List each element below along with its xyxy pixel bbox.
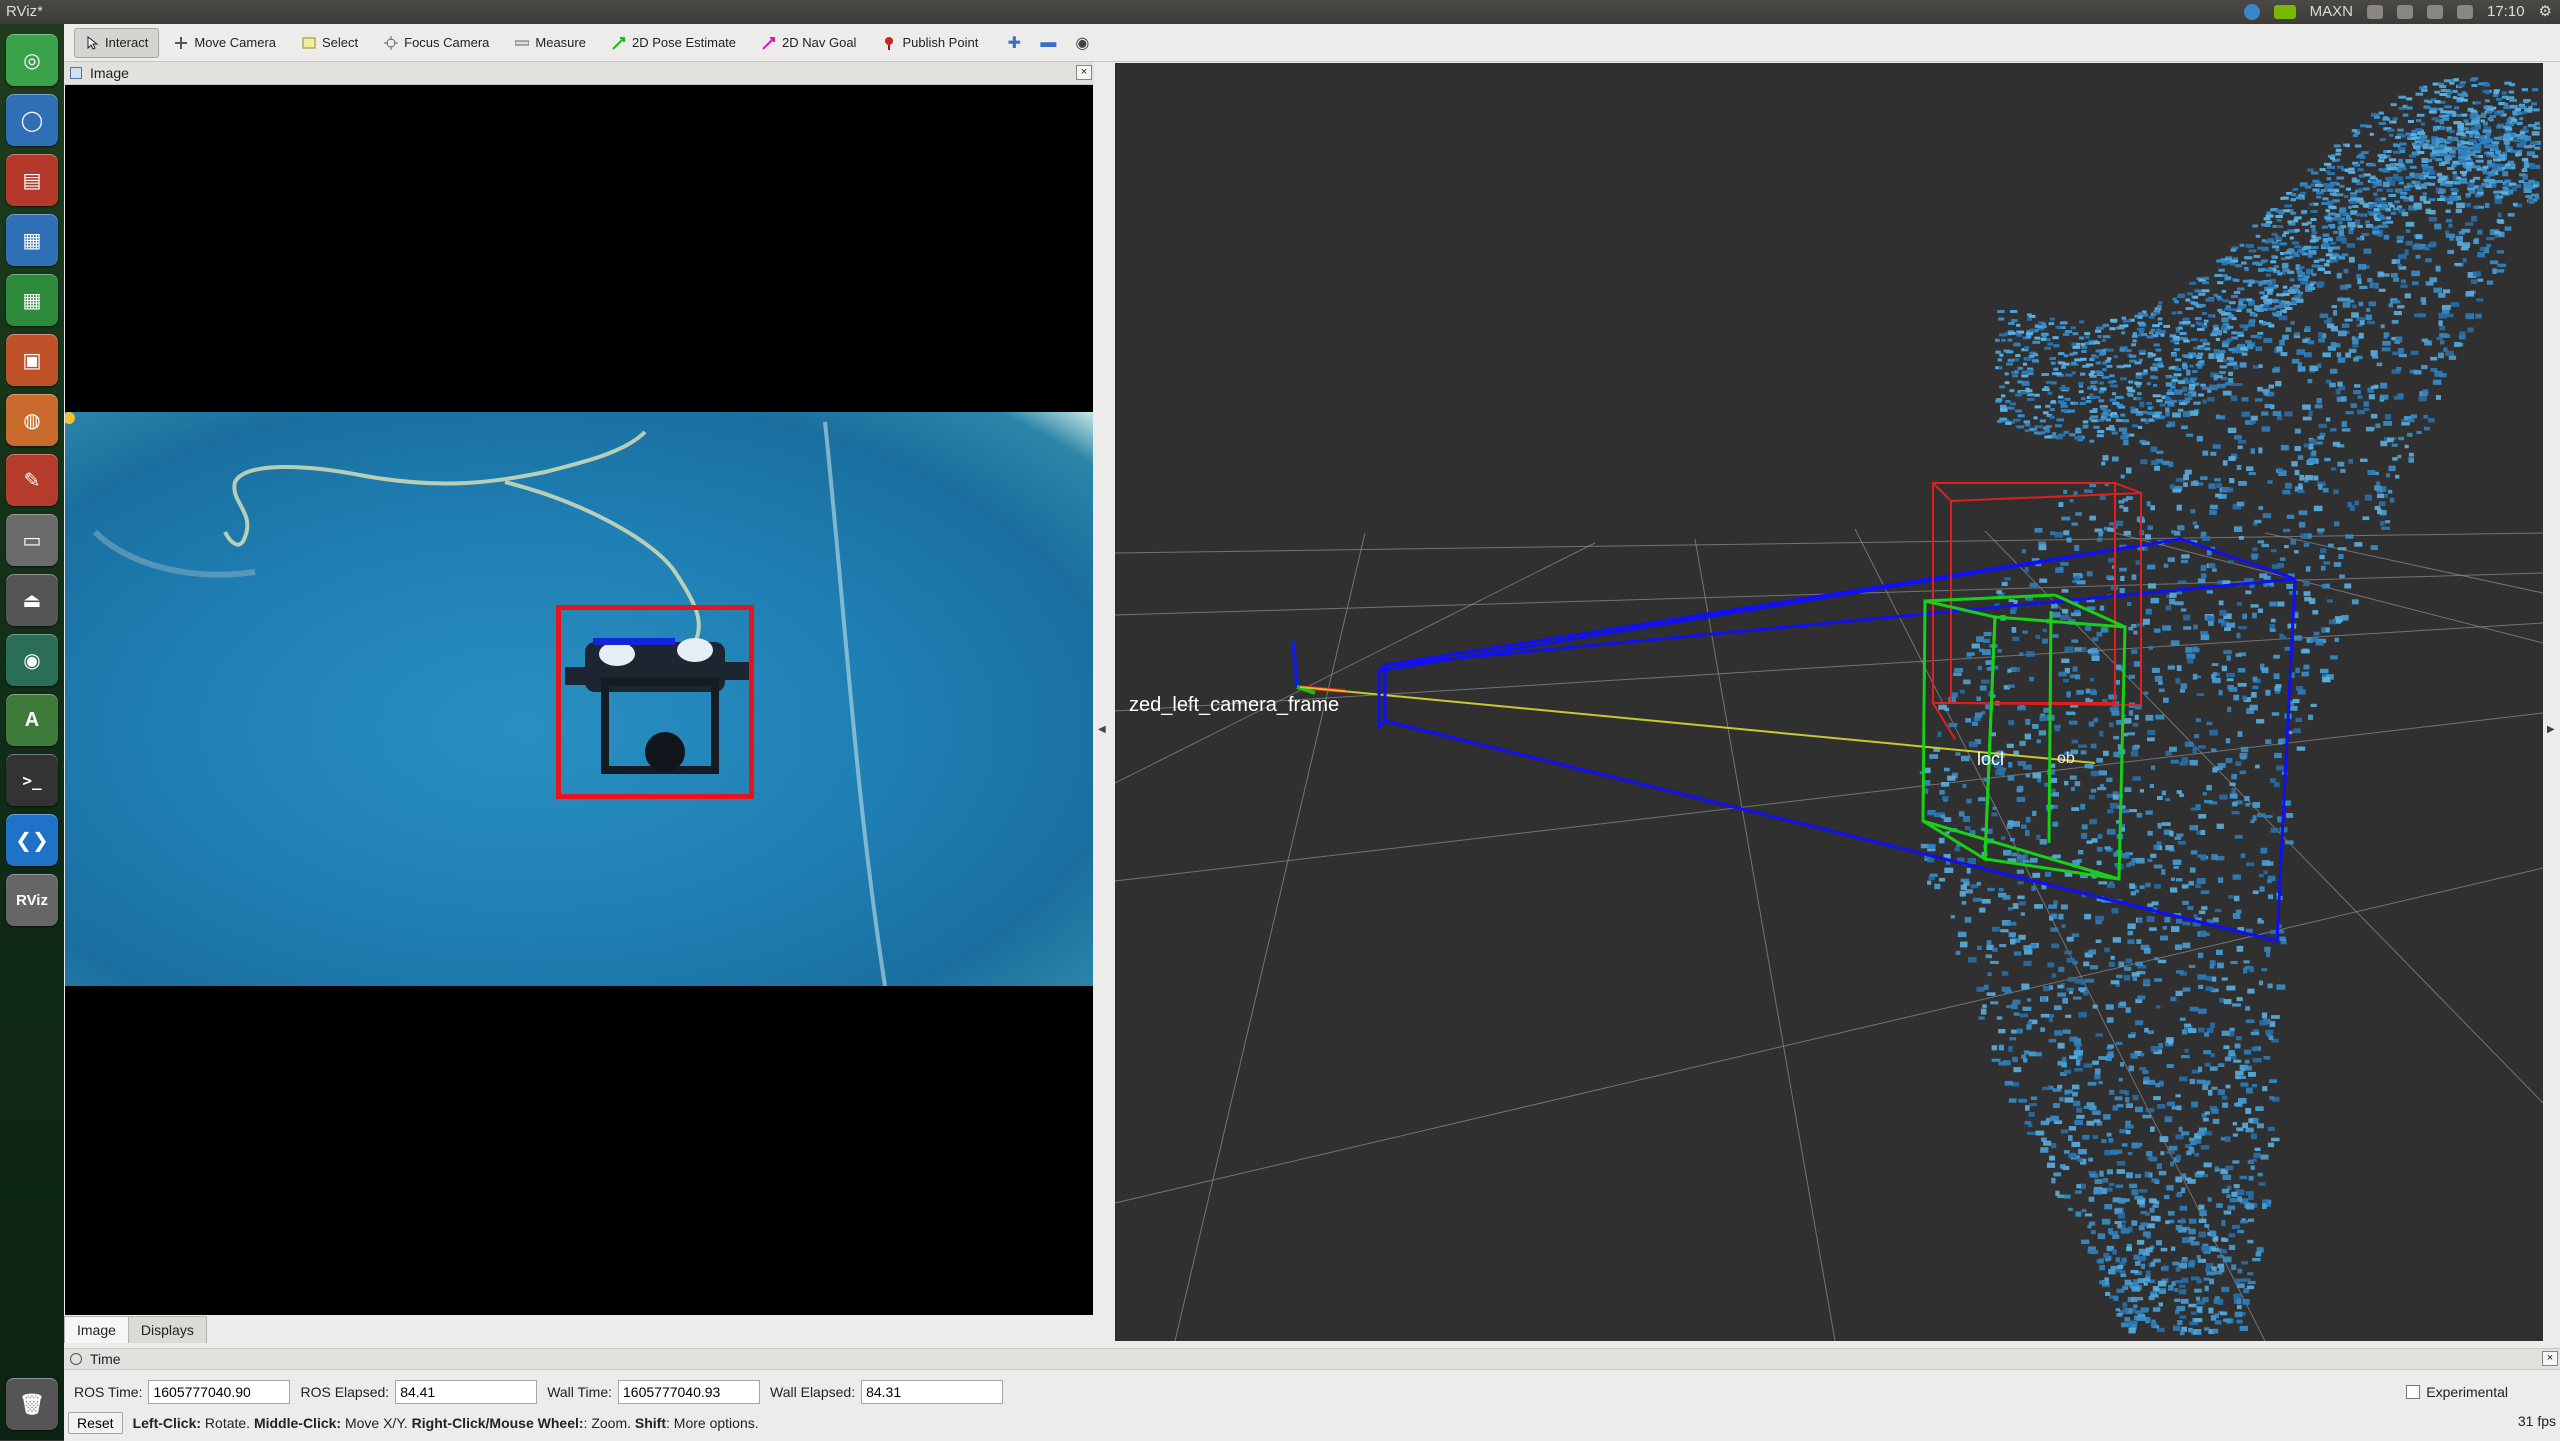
- panel-tabs: Image Displays: [64, 1316, 207, 1344]
- status-bar: Reset Left-Click: Rotate. Middle-Click: …: [68, 1411, 759, 1435]
- green-arrow-icon: [612, 36, 626, 50]
- wall-time-label: Wall Time:: [547, 1384, 613, 1400]
- select-icon: [302, 36, 316, 50]
- usb-drive-icon[interactable]: ⏏: [6, 574, 58, 626]
- trash-icon[interactable]: 🗑: [6, 1378, 58, 1430]
- browser-icon[interactable]: ◯: [6, 94, 58, 146]
- tool-2d-nav-goal[interactable]: 2D Nav Goal: [751, 28, 867, 58]
- system-tray: MAXN 17:10 ⚙: [2243, 0, 2552, 24]
- wall-time-field[interactable]: [618, 1380, 761, 1404]
- tool-bar: Interact Move Camera Select Focus Camera…: [64, 24, 2560, 62]
- time-panel-close-icon[interactable]: ×: [2542, 1351, 2558, 1366]
- wrench-icon[interactable]: ✎: [6, 454, 58, 506]
- tool-interact[interactable]: Interact: [74, 27, 160, 58]
- time-panel-title: Time: [90, 1351, 121, 1367]
- volume-icon[interactable]: [2457, 5, 2473, 19]
- tab-displays[interactable]: Displays: [127, 1316, 207, 1343]
- frame-label: zed_left_camera_frame: [1129, 694, 1339, 716]
- clock[interactable]: 17:10: [2487, 0, 2525, 24]
- time-panel: Time × ROS Time: ROS Elapsed: Wall Time:…: [64, 1348, 2560, 1441]
- image-panel-icon: [70, 67, 82, 79]
- camera-image-view[interactable]: [65, 85, 1093, 1315]
- detection-bounding-box: [556, 605, 754, 799]
- object-label-2: ob: [2057, 750, 2075, 767]
- top-menu-bar: RViz* MAXN 17:10 ⚙: [0, 0, 2560, 24]
- camera-frame: [65, 412, 1093, 986]
- ros-time-label: ROS Time:: [74, 1384, 143, 1400]
- 3d-render-view[interactable]: zed_left_camera_frame locl ob: [1115, 63, 2543, 1341]
- gear-icon[interactable]: ⚙: [2539, 0, 2552, 24]
- reset-button[interactable]: Reset: [68, 1412, 123, 1434]
- ground-grid: [1115, 528, 2543, 1341]
- 3d-scene: zed_left_camera_frame locl ob: [1115, 77, 2543, 1341]
- detection-label-bar: [593, 638, 675, 645]
- window-title: RViz*: [6, 3, 43, 20]
- tool-measure[interactable]: Measure: [504, 28, 597, 58]
- rviz-icon[interactable]: RViz: [6, 874, 58, 926]
- point-cloud: [1919, 77, 2541, 1336]
- right-splitter[interactable]: ▶: [2544, 62, 2560, 1342]
- remove-tool-icon[interactable]: ▬: [1033, 28, 1063, 58]
- globe-icon[interactable]: ◉: [6, 634, 58, 686]
- object-label: locl: [1977, 749, 2004, 769]
- tool-publish-point[interactable]: Publish Point: [871, 28, 989, 58]
- tool-focus-camera[interactable]: Focus Camera: [373, 28, 500, 58]
- corner-marker: [65, 412, 75, 424]
- experimental-toggle[interactable]: Experimental: [2406, 1379, 2508, 1405]
- mail-icon[interactable]: [2427, 5, 2443, 19]
- move-icon: [174, 36, 188, 50]
- spreadsheet-icon[interactable]: ▦: [6, 274, 58, 326]
- power-mode-label[interactable]: MAXN: [2310, 0, 2353, 24]
- network-arrows-icon[interactable]: [2397, 5, 2413, 19]
- collapse-left-icon[interactable]: ◀: [1098, 724, 1106, 735]
- experimental-label: Experimental: [2426, 1384, 2508, 1400]
- time-fields-row: ROS Time: ROS Elapsed: Wall Time: Wall E…: [74, 1379, 1013, 1405]
- rviz-window: Interact Move Camera Select Focus Camera…: [64, 24, 2560, 1441]
- wall-elapsed-field[interactable]: [861, 1380, 1004, 1404]
- image-panel-close-icon[interactable]: ×: [1076, 65, 1092, 80]
- magenta-arrow-icon: [762, 36, 776, 50]
- add-tool-icon[interactable]: ✚: [999, 28, 1029, 58]
- cursor-icon: [85, 35, 99, 50]
- keyboard-icon[interactable]: [2367, 5, 2383, 19]
- image-panel-title: Image: [90, 65, 129, 81]
- ros-elapsed-label: ROS Elapsed:: [300, 1384, 390, 1400]
- launcher: ◎ ◯ ▤ ▦ ▦ ▣ ◍ ✎ ▭ ⏏ ◉ A >_ ❮❯ RViz 🗑: [0, 24, 64, 1440]
- ros-time-field[interactable]: [148, 1380, 291, 1404]
- updater-icon[interactable]: A: [6, 694, 58, 746]
- ruler-icon: [514, 36, 530, 50]
- image-panel: Image × Image Displays: [64, 62, 1094, 1354]
- file-cabinet-icon[interactable]: ▤: [6, 154, 58, 206]
- tab-image[interactable]: Image: [64, 1316, 129, 1343]
- clock-icon: [70, 1353, 82, 1365]
- tool-2d-pose-estimate[interactable]: 2D Pose Estimate: [601, 28, 747, 58]
- ros-elapsed-field[interactable]: [395, 1380, 538, 1404]
- tool-move-camera[interactable]: Move Camera: [163, 28, 287, 58]
- image-panel-header: Image ×: [64, 62, 1094, 85]
- ubuntu-icon[interactable]: ◎: [6, 34, 58, 86]
- network-globe-icon[interactable]: [2243, 4, 2260, 20]
- shopping-bag-icon[interactable]: ◍: [6, 394, 58, 446]
- experimental-checkbox[interactable]: [2406, 1385, 2421, 1399]
- time-panel-header: Time ×: [64, 1349, 2560, 1370]
- status-hint: Left-Click: Rotate. Middle-Click: Move X…: [132, 1415, 759, 1431]
- drive-icon[interactable]: ▭: [6, 514, 58, 566]
- tool-select[interactable]: Select: [291, 28, 369, 58]
- code-icon[interactable]: ❮❯: [6, 814, 58, 866]
- fps-readout: 31 fps: [2517, 1413, 2556, 1429]
- tool-properties-icon[interactable]: ◉: [1067, 28, 1097, 58]
- left-splitter[interactable]: ◀: [1094, 62, 1114, 1354]
- pin-icon: [882, 36, 896, 50]
- nvidia-icon[interactable]: [2273, 5, 2296, 19]
- presentation-icon[interactable]: ▣: [6, 334, 58, 386]
- collapse-right-icon[interactable]: ▶: [2547, 724, 2555, 735]
- wall-elapsed-label: Wall Elapsed:: [770, 1384, 856, 1400]
- focus-icon: [384, 35, 399, 50]
- terminal-icon[interactable]: >_: [6, 754, 58, 806]
- camera-frame-axes: [1291, 640, 1346, 695]
- document-icon[interactable]: ▦: [6, 214, 58, 266]
